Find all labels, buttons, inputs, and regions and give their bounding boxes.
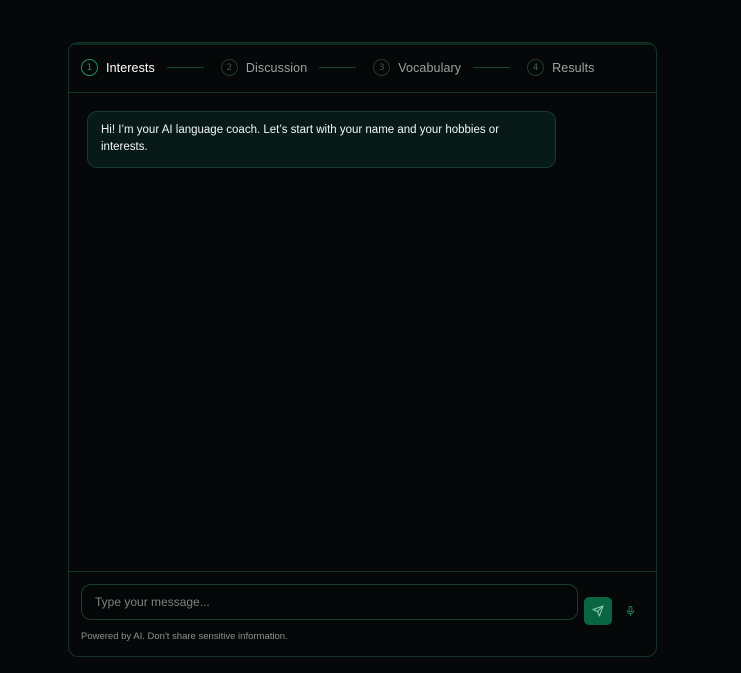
step-label: Discussion	[245, 60, 308, 75]
step-interests[interactable]: 1 Interests	[81, 59, 155, 76]
assistant-message: Hi! I’m your AI language coach. Let’s st…	[87, 111, 556, 168]
step-label: Results	[552, 60, 595, 75]
step-connector	[319, 67, 357, 68]
message-list[interactable]: Hi! I’m your AI language coach. Let’s st…	[69, 94, 656, 572]
step-number: 1	[81, 59, 98, 76]
step-connector	[473, 67, 511, 68]
chat-card: 1 Interests 2 Discussion 3 Vocabulary 4 …	[68, 42, 657, 657]
microphone-button[interactable]	[622, 603, 638, 619]
step-label: Vocabulary	[398, 60, 462, 75]
step-discussion[interactable]: 2 Discussion	[220, 59, 308, 76]
step-number: 3	[373, 59, 391, 76]
message-input[interactable]	[81, 584, 578, 620]
microphone-icon	[626, 605, 634, 617]
step-number: 2	[220, 59, 238, 76]
step-vocabulary[interactable]: 3 Vocabulary	[373, 59, 461, 76]
step-results[interactable]: 4 Results	[527, 59, 594, 76]
step-label: Interests	[106, 60, 155, 75]
step-number: 4	[527, 59, 545, 76]
send-icon	[592, 605, 604, 617]
progress-steps: 1 Interests 2 Discussion 3 Vocabulary 4 …	[69, 43, 656, 93]
send-button[interactable]	[584, 597, 612, 625]
disclaimer-text: Powered by AI. Don't share sensitive inf…	[81, 631, 288, 642]
message-composer: Powered by AI. Don't share sensitive inf…	[69, 571, 656, 656]
step-connector	[166, 67, 204, 68]
